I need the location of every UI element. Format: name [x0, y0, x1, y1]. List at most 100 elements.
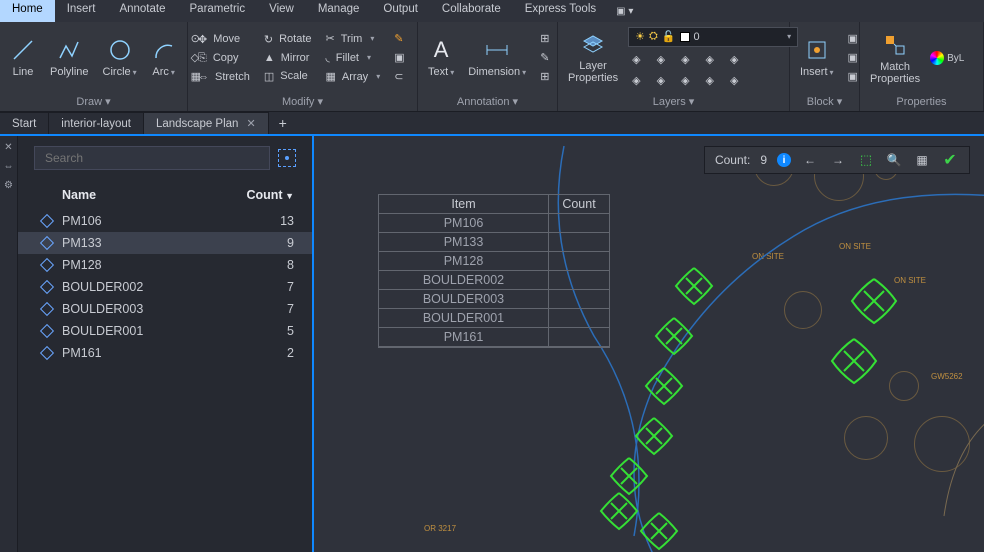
tab-annotate[interactable]: Annotate: [107, 0, 177, 22]
array-button[interactable]: ▦Array▾: [322, 68, 385, 85]
match-properties-button[interactable]: Match Properties: [866, 30, 924, 87]
add-tab-button[interactable]: +: [269, 115, 297, 131]
palette-dock: ✕ ⇔ ⚙: [0, 136, 18, 552]
expand-palette-icon[interactable]: ⇔: [4, 161, 14, 172]
list-item[interactable]: PM1339: [18, 232, 312, 254]
arc-button[interactable]: Arc▾: [147, 35, 181, 80]
tab-collaborate[interactable]: Collaborate: [430, 0, 513, 22]
prev-arrow-icon[interactable]: ←: [801, 151, 819, 169]
doc-tab-landscape[interactable]: Landscape Plan✕: [144, 112, 269, 134]
polyline-button[interactable]: Polyline: [46, 35, 93, 80]
list-item[interactable]: PM10613: [18, 210, 312, 232]
fillet-button[interactable]: ◟Fillet▾: [322, 49, 385, 66]
item-count: 2: [287, 346, 294, 360]
column-count[interactable]: Count: [246, 188, 294, 202]
tab-express-tools[interactable]: Express Tools: [513, 0, 608, 22]
layer-tool-icon[interactable]: ◈: [702, 51, 718, 68]
tab-insert[interactable]: Insert: [55, 0, 108, 22]
close-icon[interactable]: ✕: [246, 117, 255, 130]
item-count: 8: [287, 258, 294, 272]
item-count: 5: [287, 324, 294, 338]
anno-misc-icon[interactable]: ✎: [536, 49, 553, 66]
list-icon[interactable]: ▦: [913, 151, 931, 169]
group-label-annotation: Annotation ▾: [418, 93, 557, 111]
layer-tool-icon[interactable]: ◈: [653, 72, 669, 89]
ribbon-minimize-icon[interactable]: ▣ ▾: [608, 0, 641, 22]
list-item[interactable]: BOULDER0027: [18, 276, 312, 298]
insert-button[interactable]: Insert▾: [796, 35, 838, 80]
canvas-count-table: ItemCount PM106 PM133 PM128 BOULDER002 B…: [378, 194, 610, 348]
doc-tab-start[interactable]: Start: [0, 112, 49, 134]
stretch-icon: ⇔: [198, 71, 209, 83]
doc-tab-interior[interactable]: interior-layout: [49, 112, 144, 134]
layer-tool-icon[interactable]: ◈: [653, 51, 669, 68]
list-item[interactable]: BOULDER0015: [18, 320, 312, 342]
block-icon: [38, 281, 54, 293]
copy-button[interactable]: ⎘Copy: [194, 50, 254, 67]
item-name: BOULDER001: [62, 324, 287, 338]
zoom-icon[interactable]: 🔍: [885, 151, 903, 169]
block-icon: [38, 325, 54, 337]
fillet-icon: ◟: [326, 51, 330, 64]
color-swatch-icon: [680, 32, 690, 42]
layer-tool-icon[interactable]: ◈: [677, 51, 693, 68]
tab-view[interactable]: View: [257, 0, 306, 22]
move-button[interactable]: ✥Move: [194, 31, 254, 48]
column-name[interactable]: Name: [62, 188, 96, 202]
tab-manage[interactable]: Manage: [306, 0, 372, 22]
accept-icon[interactable]: ✔: [941, 151, 959, 169]
item-count: 7: [287, 280, 294, 294]
mirror-button[interactable]: ▲Mirror: [260, 50, 316, 66]
layer-tool-icon[interactable]: ◈: [726, 72, 742, 89]
close-palette-icon[interactable]: ✕: [4, 142, 12, 153]
group-label-draw: Draw ▾: [0, 93, 187, 111]
list-header[interactable]: Name Count: [18, 182, 312, 210]
circle-button[interactable]: Circle▾: [99, 35, 141, 80]
zoom-extents-icon[interactable]: ⬚: [857, 151, 875, 169]
group-label-layers: Layers ▾: [558, 93, 789, 111]
tab-parametric[interactable]: Parametric: [178, 0, 258, 22]
item-count: 13: [280, 214, 294, 228]
tab-output[interactable]: Output: [371, 0, 430, 22]
ribbon-tabs: Home Insert Annotate Parametric View Man…: [0, 0, 984, 22]
list-item[interactable]: BOULDER0037: [18, 298, 312, 320]
layer-tool-icon[interactable]: ◈: [628, 72, 644, 89]
next-arrow-icon[interactable]: →: [829, 151, 847, 169]
search-input[interactable]: [34, 146, 270, 170]
layer-tool-icon[interactable]: ◈: [726, 51, 742, 68]
document-tabs: Start interior-layout Landscape Plan✕ +: [0, 112, 984, 136]
line-button[interactable]: Line: [6, 35, 40, 80]
rotate-button[interactable]: ↻Rotate: [260, 31, 316, 48]
layer-properties-button[interactable]: Layer Properties: [564, 29, 622, 86]
item-name: PM106: [62, 214, 280, 228]
drawing-canvas[interactable]: Count: 9 i ← → ⬚ 🔍 ▦ ✔ ItemCount PM106 P…: [314, 136, 984, 552]
dimension-button[interactable]: Dimension▾: [464, 35, 530, 80]
pick-block-icon[interactable]: [278, 149, 296, 167]
anno-misc-icon[interactable]: ⊞: [536, 68, 553, 85]
group-label-modify: Modify ▾: [188, 93, 417, 111]
stretch-button[interactable]: ⇔Stretch: [194, 69, 254, 85]
item-name: BOULDER003: [62, 302, 287, 316]
modify-misc-icon[interactable]: ▣: [390, 49, 408, 66]
scale-button[interactable]: ◫Scale: [260, 68, 316, 85]
item-count: 9: [287, 236, 294, 250]
current-layer-dropdown[interactable]: ☀ ⛭ 🔓 0 ▾: [628, 27, 798, 47]
gear-icon[interactable]: ⚙: [4, 180, 13, 191]
count-navigator: Count: 9 i ← → ⬚ 🔍 ▦ ✔: [704, 146, 970, 174]
modify-misc-icon[interactable]: ⊂: [390, 68, 408, 85]
modify-misc-icon[interactable]: ✎: [390, 30, 408, 47]
tab-home[interactable]: Home: [0, 0, 55, 22]
anno-misc-icon[interactable]: ⊞: [536, 30, 553, 47]
layer-tool-icon[interactable]: ◈: [702, 72, 718, 89]
count-value: 9: [760, 153, 767, 167]
block-icon: [38, 347, 54, 359]
info-icon[interactable]: i: [777, 153, 791, 167]
text-button[interactable]: AText▾: [424, 35, 458, 80]
list-item[interactable]: PM1612: [18, 342, 312, 364]
count-label: Count:: [715, 153, 750, 167]
bylayer-color[interactable]: ByL: [947, 53, 964, 64]
layer-tool-icon[interactable]: ◈: [677, 72, 693, 89]
layer-tool-icon[interactable]: ◈: [628, 51, 644, 68]
trim-button[interactable]: ✂Trim▾: [322, 30, 385, 47]
list-item[interactable]: PM1288: [18, 254, 312, 276]
